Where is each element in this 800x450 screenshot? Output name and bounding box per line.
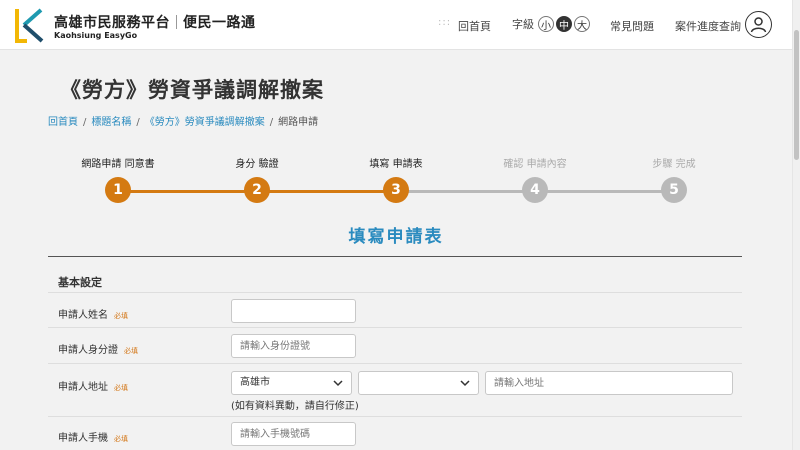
name-field-label: 申請人姓名 必填: [58, 306, 128, 321]
font-size-large-button[interactable]: 大: [574, 16, 590, 32]
nav-faq-link[interactable]: 常見問題: [610, 18, 654, 34]
nav-home-link[interactable]: 回首頁: [458, 18, 491, 34]
scrollbar-thumb[interactable]: [794, 30, 799, 160]
site-title-text: 高雄市民服務平台: [54, 15, 170, 31]
user-account-button[interactable]: [745, 11, 772, 38]
site-subtitle: Kaohsiung EasyGo: [54, 31, 138, 40]
breadcrumb-category-link[interactable]: 標題名稱: [91, 117, 131, 128]
mobile-label-text: 申請人手機: [58, 433, 108, 444]
id-label-text: 申請人身分證: [58, 345, 118, 356]
step-4-circle: 4: [522, 177, 548, 203]
form-row-name: 申請人姓名 必填: [48, 292, 742, 328]
district-select[interactable]: [358, 371, 479, 395]
breadcrumb-separator: /: [136, 117, 140, 128]
dots-icon: :::: [438, 17, 452, 28]
step-5: 步驟 完成 5: [604, 157, 744, 203]
mobile-input[interactable]: [231, 422, 356, 446]
address-update-note: (如有資料異動，請自行修正): [231, 401, 359, 412]
step-3: 填寫 申請表 3: [326, 157, 466, 203]
required-mark: 必填: [124, 347, 138, 355]
form-heading-divider: [48, 256, 742, 257]
required-mark: 必填: [114, 312, 128, 320]
breadcrumb: 回首頁 / 標題名稱 / 《勞方》勞資爭議調解撤案 / 網路申請: [48, 113, 318, 128]
page-scrollbar[interactable]: [792, 0, 800, 450]
chevron-down-icon: [460, 380, 470, 387]
form-group-title: 基本設定: [58, 276, 102, 289]
step-5-label: 步驟 完成: [652, 159, 696, 170]
name-label-text: 申請人姓名: [58, 310, 108, 321]
step-2-circle: 2: [244, 177, 270, 203]
step-1-circle: 1: [105, 177, 131, 203]
mobile-field-label: 申請人手機 必填: [58, 429, 128, 444]
user-icon: [750, 17, 767, 33]
breadcrumb-home-link[interactable]: 回首頁: [48, 117, 78, 128]
name-input[interactable]: [231, 299, 356, 323]
progress-steps: 網路申請 同意書 1 身分 驗證 2 填寫 申請表 3 確認 申請內容 4 步驟…: [48, 157, 743, 207]
id-field-label: 申請人身分證 必填: [58, 341, 138, 356]
required-mark: 必填: [114, 435, 128, 443]
breadcrumb-current: 網路申請: [278, 117, 319, 128]
address-input[interactable]: [485, 371, 733, 395]
form-row-id: 申請人身分證 必填: [48, 328, 742, 364]
city-select[interactable]: 高雄市: [231, 371, 352, 395]
step-4: 確認 申請內容 4: [465, 157, 605, 203]
address-label-text: 申請人地址: [58, 382, 108, 393]
step-4-label: 確認 申請內容: [503, 159, 567, 170]
site-header: 高雄市民服務平台 便民一路通 Kaohsiung EasyGo ::: 回首頁 字…: [0, 0, 792, 50]
step-3-circle: 3: [383, 177, 409, 203]
breadcrumb-separator: /: [83, 117, 87, 128]
step-3-label: 填寫 申請表: [369, 159, 423, 170]
chevron-down-icon: [333, 380, 343, 387]
step-1: 網路申請 同意書 1: [48, 157, 188, 203]
step-2-label: 身分 驗證: [235, 159, 279, 170]
breadcrumb-separator: /: [269, 117, 274, 128]
id-number-input[interactable]: [231, 334, 356, 358]
form-heading: 填寫申請表: [348, 227, 444, 247]
form-row-address: 申請人地址必填 高雄市 (如有資料異動，請自行修正): [48, 364, 742, 417]
font-size-label: 字級: [512, 18, 534, 31]
step-1-label: 網路申請 同意書: [81, 159, 155, 170]
required-mark: 必填: [114, 384, 128, 392]
city-select-value: 高雄市: [240, 377, 270, 388]
nav-progress-link[interactable]: 案件進度查詢: [675, 18, 741, 34]
step-2: 身分 驗證 2: [187, 157, 327, 203]
kaohsiung-logo-icon[interactable]: [14, 7, 48, 43]
address-field-label: 申請人地址 必填: [58, 378, 128, 393]
title-divider: [176, 15, 177, 29]
step-5-circle: 5: [661, 177, 687, 203]
page-title: 《勞方》勞資爭議調解撤案: [60, 78, 324, 102]
font-size-medium-button[interactable]: 中: [556, 16, 572, 32]
site-slogan: 便民一路通: [183, 15, 256, 31]
breadcrumb-service-link[interactable]: 《勞方》勞資爭議調解撤案: [145, 117, 265, 128]
form-row-mobile: 申請人手機 必填: [48, 417, 742, 450]
font-size-small-button[interactable]: 小: [538, 16, 554, 32]
site-title[interactable]: 高雄市民服務平台 便民一路通: [54, 12, 256, 32]
font-size-switcher: 字級 小 中 大: [512, 16, 590, 32]
